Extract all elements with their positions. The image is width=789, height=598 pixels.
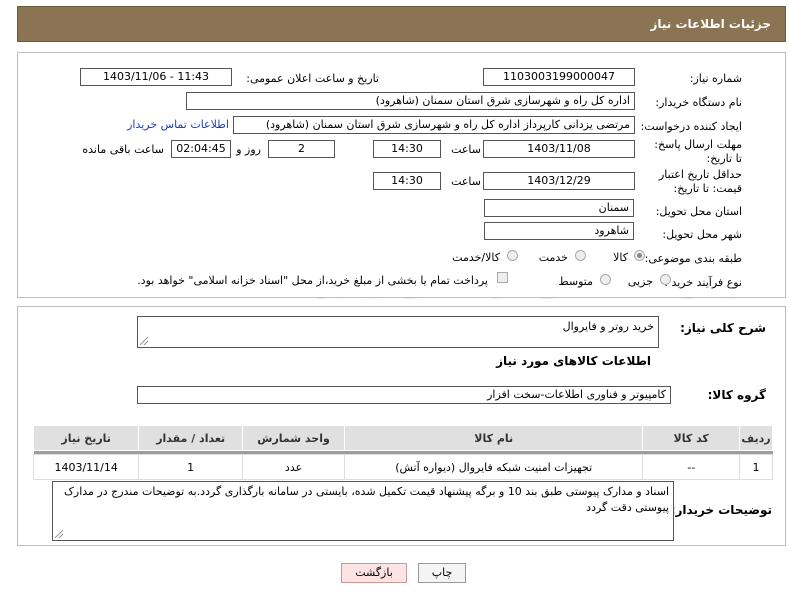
- remaining-label: ساعت باقی مانده: [82, 143, 164, 156]
- table-row: 1 -- تجهیزات امنیت شبکه فایروال (دیواره …: [32, 454, 773, 480]
- creator-label: ایجاد کننده درخواست:: [640, 120, 742, 133]
- city-label: شهر محل تحویل:: [662, 228, 742, 241]
- validity-time-field: 14:30: [373, 172, 441, 190]
- col-code: کد کالا: [642, 425, 741, 451]
- validity-label: حداقل تاریخ اعتبار قیمت: تا تاریخ:: [658, 168, 742, 195]
- process-option-minor: جزیی: [627, 275, 653, 288]
- category-radio-goods[interactable]: [634, 250, 645, 261]
- resize-grip-icon[interactable]: [55, 530, 63, 538]
- treasury-note: پرداخت تمام یا بخشی از مبلغ خرید،از محل …: [137, 274, 488, 287]
- category-label: طبقه بندی موضوعی:: [644, 252, 742, 265]
- buyer-notes-text: اسناد و مدارک پیوستی طبق بند 10 و برگه پ…: [64, 485, 669, 514]
- desc-label: شرح کلی نیاز:: [680, 321, 766, 335]
- process-radio-medium[interactable]: [600, 274, 611, 285]
- days-label: روز و: [236, 143, 261, 156]
- need-description-box: خرید روتر و فایروال: [137, 316, 659, 348]
- goods-group-field: کامپیوتر و فناوری اطلاعات-سخت افزار: [137, 386, 671, 404]
- page-header: جزئیات اطلاعات نیاز: [17, 6, 786, 42]
- cell-qty: 1: [138, 454, 244, 480]
- province-label: استان محل تحویل:: [655, 205, 742, 218]
- category-option-service: خدمت: [538, 251, 568, 264]
- buyer-notes-box: اسناد و مدارک پیوستی طبق بند 10 و برگه پ…: [52, 481, 674, 541]
- deadline-label: مهلت ارسال پاسخ: تا تاریخ:: [654, 138, 742, 165]
- page-title: جزئیات اطلاعات نیاز: [650, 17, 771, 31]
- print-button[interactable]: چاپ: [418, 563, 466, 583]
- deadline-time-field: 14:30: [373, 140, 441, 158]
- buyer-field: اداره کل راه و شهرسازی شرق استان سمنان (…: [186, 92, 635, 110]
- category-radio-both[interactable]: [507, 250, 518, 261]
- goods-table: ردیف کد کالا نام کالا واحد شمارش تعداد /…: [32, 425, 773, 480]
- col-date: تاریخ نیاز: [32, 425, 140, 451]
- remaining-time-field: 02:04:45: [171, 140, 231, 158]
- buyer-label: نام دستگاه خریدار:: [655, 96, 742, 109]
- deadline-date-field: 1403/11/08: [483, 140, 635, 158]
- buyer-contact-link[interactable]: اطلاعات تماس خریدار: [127, 118, 229, 131]
- resize-grip-icon[interactable]: [140, 337, 148, 345]
- province-field: سمنان: [484, 199, 634, 217]
- goods-group-label: گروه کالا:: [707, 388, 766, 402]
- validity-date-field: 1403/12/29: [483, 172, 635, 190]
- cell-row: 1: [739, 454, 773, 480]
- goods-table-header: ردیف کد کالا نام کالا واحد شمارش تعداد /…: [32, 425, 773, 451]
- category-radio-service[interactable]: [575, 250, 586, 261]
- cell-unit: عدد: [242, 454, 346, 480]
- need-description-text: خرید روتر و فایروال: [562, 320, 654, 333]
- col-row: ردیف: [739, 425, 773, 451]
- category-option-both: کالا/خدمت: [452, 251, 500, 264]
- announce-field: 1403/11/06 - 11:43: [80, 68, 232, 86]
- col-unit: واحد شمارش: [242, 425, 346, 451]
- process-option-medium: متوسط: [558, 275, 593, 288]
- cell-code: --: [642, 454, 741, 480]
- process-radio-minor[interactable]: [660, 274, 671, 285]
- cell-name: تجهیزات امنیت شبکه فایروال (دیواره آتش): [344, 454, 644, 480]
- need-number-label: شماره نیاز:: [689, 72, 742, 85]
- validity-time-label: ساعت: [451, 175, 481, 188]
- announce-label: تاریخ و ساعت اعلان عمومی:: [246, 72, 379, 85]
- city-field: شاهرود: [484, 222, 634, 240]
- deadline-time-label: ساعت: [451, 143, 481, 156]
- back-button[interactable]: بازگشت: [341, 563, 407, 583]
- days-field: 2: [268, 140, 335, 158]
- goods-info-title: اطلاعات کالاهای مورد نیاز: [496, 354, 651, 368]
- process-label: نوع فرآیند خرید :: [664, 276, 742, 289]
- treasury-checkbox[interactable]: [497, 272, 508, 283]
- buyer-notes-label: توضیحات خریدار:: [670, 503, 772, 517]
- col-qty: تعداد / مقدار: [138, 425, 244, 451]
- cell-date: 1403/11/14: [32, 454, 140, 480]
- col-name: نام کالا: [344, 425, 644, 451]
- category-option-goods: کالا: [613, 251, 628, 264]
- creator-field: مرتضی یزدانی کارپرداز اداره کل راه و شهر…: [233, 116, 635, 134]
- need-number-field: 1103003199000047: [483, 68, 635, 86]
